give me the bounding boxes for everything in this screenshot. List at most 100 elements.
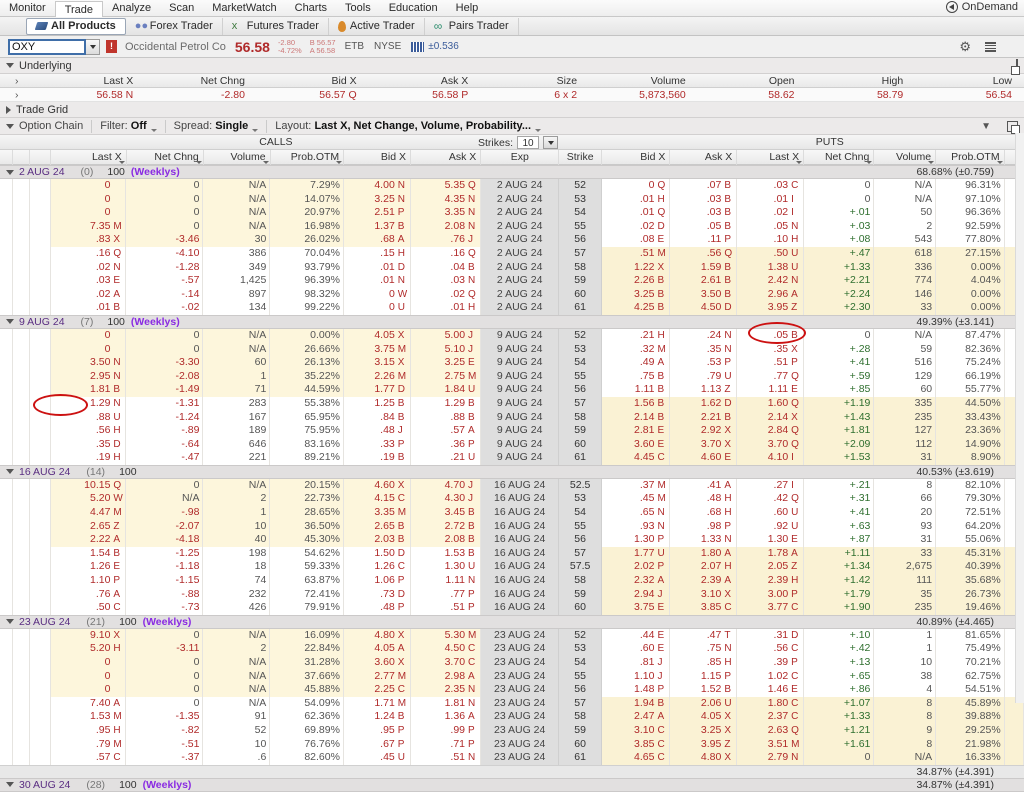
call-ask[interactable]: .04 B: [410, 260, 482, 275]
call-prob-otm[interactable]: 45.30%: [270, 533, 344, 547]
call-last[interactable]: .56 H: [51, 424, 127, 438]
put-last[interactable]: .05 B: [737, 328, 805, 343]
call-last[interactable]: 5.20 W: [51, 492, 127, 507]
put-volume[interactable]: 20: [874, 506, 937, 520]
row-gutter-2[interactable]: [12, 451, 31, 465]
call-volume[interactable]: N/A: [203, 206, 271, 220]
option-chain-row[interactable]: 5.20 W N/A 2 22.73% 4.15 C 4.30 J 16 AUG 24 53.45 M…: [0, 492, 1024, 507]
underlying-section-header[interactable]: Underlying: [0, 58, 1024, 74]
call-ask[interactable]: 2.35 N: [410, 683, 482, 697]
call-prob-otm[interactable]: 54.62%: [270, 546, 344, 561]
call-bid[interactable]: 1.77 D: [343, 383, 411, 397]
row-gutter-3[interactable]: [30, 396, 52, 411]
put-prob-otm[interactable]: 8.90%: [936, 451, 1005, 465]
row-gutter-1[interactable]: [0, 587, 13, 602]
put-last[interactable]: 1.30 E: [737, 533, 805, 547]
call-volume[interactable]: N/A: [203, 683, 271, 697]
call-net-chng[interactable]: -1.35: [126, 710, 204, 724]
row-gutter-2[interactable]: [12, 246, 31, 261]
put-ask[interactable]: 3.85 C: [670, 601, 738, 615]
gear-icon[interactable]: ⚙: [959, 39, 971, 55]
put-bid[interactable]: .21 H: [601, 328, 671, 343]
put-volume[interactable]: N/A: [874, 328, 937, 343]
call-volume[interactable]: 91: [203, 710, 271, 724]
put-last[interactable]: 2.96 A: [737, 287, 805, 302]
option-chain-row[interactable]: 0 0 N/A 26.66% 3.75 M 5.10 J 9 AUG 24 53.32 M .35 N.…: [0, 342, 1024, 357]
row-strike[interactable]: 52: [559, 328, 602, 343]
option-chain-row[interactable]: 2.65 Z -2.07 10 36.50% 2.65 B 2.72 B 16 AUG 24 55.…: [0, 519, 1024, 534]
row-strike[interactable]: 61: [559, 751, 602, 765]
put-ask[interactable]: .41 A: [670, 478, 738, 493]
put-last[interactable]: .50 U: [737, 246, 805, 261]
call-ask[interactable]: 1.53 B: [410, 546, 482, 561]
row-gutter-3[interactable]: [30, 533, 52, 547]
put-ask[interactable]: 3.50 B: [670, 287, 738, 302]
put-net-chng[interactable]: +.10: [804, 628, 875, 643]
call-net-chng[interactable]: -1.15: [126, 574, 204, 588]
put-bid[interactable]: .49 A: [601, 356, 671, 370]
call-prob-otm[interactable]: 16.09%: [270, 628, 344, 643]
row-gutter-2[interactable]: [12, 574, 31, 588]
put-volume[interactable]: 235: [874, 410, 937, 425]
menu-item-analyze[interactable]: Analyze: [103, 0, 160, 17]
call-last[interactable]: .83 X: [51, 233, 127, 247]
call-ask[interactable]: 2.08 N: [410, 219, 482, 234]
put-bid[interactable]: 1.10 J: [601, 669, 671, 684]
call-bid[interactable]: .84 B: [343, 410, 411, 425]
put-ask[interactable]: .03 B: [670, 192, 738, 207]
row-gutter-3[interactable]: [30, 246, 52, 261]
row-gutter-1[interactable]: [0, 396, 13, 411]
call-net-chng[interactable]: 0: [126, 179, 204, 193]
row-strike[interactable]: 61: [559, 301, 602, 315]
put-bid[interactable]: 2.02 P: [601, 560, 671, 575]
call-net-chng[interactable]: -2.07: [126, 519, 204, 534]
call-ask[interactable]: .51 P: [410, 601, 482, 615]
option-chain-row[interactable]: 10.15 Q 0 N/A 20.15% 4.60 X 4.70 J 16 AUG 24 52.5.…: [0, 478, 1024, 493]
option-chain-row[interactable]: .19 H -.47 221 89.21% .19 B .21 U 9 AUG 24 61 4.45 C…: [0, 451, 1024, 465]
filter-funnel-icon[interactable]: ▼: [981, 121, 991, 132]
call-last[interactable]: 7.35 M: [51, 219, 127, 234]
put-bid[interactable]: 3.25 B: [601, 287, 671, 302]
call-bid[interactable]: 1.25 B: [343, 396, 411, 411]
put-last[interactable]: 2.05 Z: [737, 560, 805, 575]
call-bid[interactable]: 1.71 M: [343, 696, 411, 711]
call-last[interactable]: 2.22 A: [51, 533, 127, 547]
row-strike[interactable]: 56: [559, 383, 602, 397]
call-last[interactable]: 0: [51, 206, 127, 220]
menu-item-scan[interactable]: Scan: [160, 0, 203, 17]
put-bid[interactable]: 3.85 C: [601, 737, 671, 752]
put-last[interactable]: 2.39 H: [737, 574, 805, 588]
expiration-group-header[interactable]: 23 AUG 24 (21) 100 (Weeklys) 40.89% (±4.465): [0, 614, 1024, 629]
call-last[interactable]: .50 C: [51, 601, 127, 615]
call-net-chng[interactable]: -1.18: [126, 560, 204, 575]
put-ask[interactable]: .35 N: [670, 342, 738, 357]
row-gutter-3[interactable]: [30, 287, 52, 302]
row-gutter-3[interactable]: [30, 683, 52, 697]
put-prob-otm[interactable]: 77.80%: [936, 233, 1005, 247]
put-ask[interactable]: 1.59 B: [670, 260, 738, 275]
row-gutter-3[interactable]: [30, 478, 52, 493]
put-bid[interactable]: 0Q: [601, 179, 671, 193]
put-prob-otm[interactable]: 23.36%: [936, 424, 1005, 438]
call-volume[interactable]: 1,425: [203, 274, 271, 288]
row-gutter-1[interactable]: [0, 383, 13, 397]
put-prob-otm[interactable]: 27.15%: [936, 246, 1005, 261]
call-volume[interactable]: 189: [203, 424, 271, 438]
col-put-bid-x[interactable]: Bid X: [602, 149, 671, 165]
put-ask[interactable]: 4.60 E: [670, 451, 738, 465]
put-prob-otm[interactable]: 0.00%: [936, 287, 1005, 302]
call-prob-otm[interactable]: 76.76%: [270, 737, 344, 752]
put-last[interactable]: 2.42 N: [737, 274, 805, 288]
call-net-chng[interactable]: N/A: [126, 492, 204, 507]
call-last[interactable]: 4.47 M: [51, 506, 127, 520]
call-net-chng[interactable]: 0: [126, 328, 204, 343]
call-net-chng[interactable]: -3.11: [126, 642, 204, 656]
row-strike[interactable]: 58: [559, 410, 602, 425]
put-volume[interactable]: 35: [874, 587, 937, 602]
put-ask[interactable]: 4.80 X: [670, 751, 738, 765]
call-net-chng[interactable]: 0: [126, 192, 204, 207]
call-net-chng[interactable]: -.98: [126, 506, 204, 520]
put-last[interactable]: 2.37 C: [737, 710, 805, 724]
call-bid[interactable]: 2.65 B: [343, 519, 411, 534]
call-last[interactable]: .01 B: [51, 301, 127, 315]
